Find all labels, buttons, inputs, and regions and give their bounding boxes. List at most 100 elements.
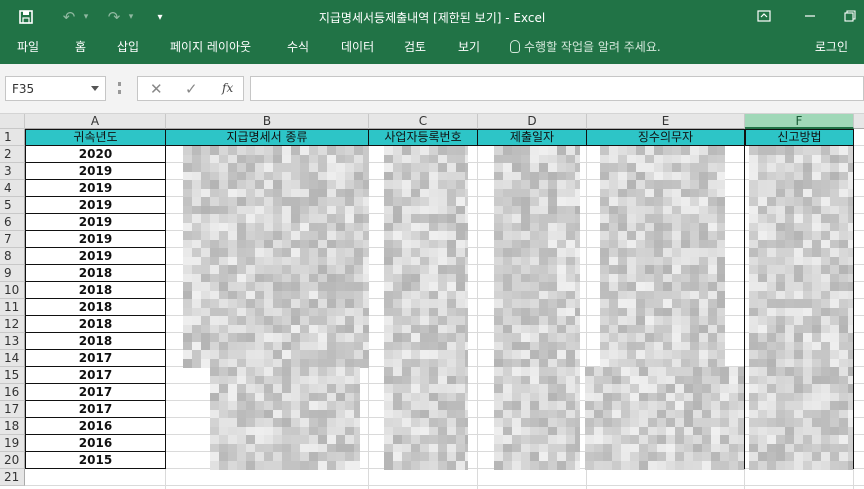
redacted-pixel: [666, 460, 675, 470]
row-header[interactable]: 10: [0, 282, 25, 299]
column-header-a[interactable]: A: [25, 114, 166, 129]
header-cell-year[interactable]: 귀속년도: [25, 129, 166, 146]
enter-icon[interactable]: ✓: [185, 80, 198, 98]
redacted-pixel: [201, 358, 210, 368]
column-header-d[interactable]: D: [478, 114, 587, 129]
row-header[interactable]: 19: [0, 435, 25, 452]
column-header-b[interactable]: B: [166, 114, 369, 129]
chevron-down-icon[interactable]: [91, 86, 99, 91]
header-cell-statement-type[interactable]: 지급명세서 종류: [166, 129, 369, 146]
select-all-button[interactable]: [0, 114, 25, 129]
worksheet-grid[interactable]: A B C D E F 1 2 3 4 5 6 7 8 9 10 11 12 13 14 15 16 17 18 1…: [0, 114, 864, 489]
year-cell[interactable]: 2018: [25, 316, 166, 333]
redacted-pixel: [776, 460, 785, 470]
year-cell[interactable]: 2017: [25, 384, 166, 401]
year-cell[interactable]: 2019: [25, 214, 166, 231]
header-cell-report-method[interactable]: 신고방법: [745, 129, 854, 146]
tab-home[interactable]: 홈: [75, 38, 86, 55]
row-header[interactable]: 21: [0, 469, 25, 486]
row-header[interactable]: 2: [0, 146, 25, 163]
header-cell-withholder[interactable]: 징수의무자: [587, 129, 745, 146]
ribbon-display-options-icon[interactable]: [750, 5, 778, 27]
row-header[interactable]: 12: [0, 316, 25, 333]
cancel-icon[interactable]: ✕: [150, 80, 163, 98]
year-cell[interactable]: 2017: [25, 367, 166, 384]
year-cell[interactable]: 2020: [25, 146, 166, 163]
row-header[interactable]: 14: [0, 350, 25, 367]
year-cell[interactable]: 2015: [25, 452, 166, 469]
tab-review[interactable]: 검토: [404, 38, 426, 55]
row-header[interactable]: 11: [0, 299, 25, 316]
year-cell[interactable]: 2018: [25, 299, 166, 316]
row-header[interactable]: 15: [0, 367, 25, 384]
row-header[interactable]: 4: [0, 180, 25, 197]
redacted-pixel: [684, 460, 693, 470]
header-cell-business-number[interactable]: 사업자등록번호: [369, 129, 478, 146]
row-header[interactable]: 13: [0, 333, 25, 350]
column-header-g[interactable]: [854, 114, 864, 129]
redacted-pixel: [228, 460, 237, 470]
tab-insert[interactable]: 삽입: [117, 38, 139, 55]
redacted-pixel: [548, 460, 557, 470]
redacted-pixel: [657, 460, 666, 470]
window-title: 지급명세서등제출내역 [제한된 보기] - Excel: [318, 11, 546, 25]
year-cell[interactable]: 2019: [25, 231, 166, 248]
tab-data[interactable]: 데이터: [341, 38, 374, 55]
row-header[interactable]: 5: [0, 197, 25, 214]
row-header[interactable]: 9: [0, 265, 25, 282]
redacted-pixel: [345, 460, 354, 470]
tell-me-box[interactable]: 수행할 작업을 알려 주세요.: [510, 38, 661, 55]
redacted-pixel: [767, 460, 776, 470]
redacted-pixel: [384, 460, 393, 470]
insert-function-icon[interactable]: fx: [222, 81, 233, 95]
row-header[interactable]: 6: [0, 214, 25, 231]
redacted-pixel: [693, 460, 702, 470]
row-header[interactable]: 8: [0, 248, 25, 265]
redacted-pixel: [363, 358, 369, 368]
row-header[interactable]: 16: [0, 384, 25, 401]
year-cell[interactable]: 2017: [25, 350, 166, 367]
row-header[interactable]: 3: [0, 163, 25, 180]
login-button[interactable]: 로그인: [815, 38, 848, 55]
redacted-pixel: [794, 460, 803, 470]
year-cell[interactable]: 2019: [25, 197, 166, 214]
resize-handle-icon[interactable]: [118, 82, 121, 94]
row-header[interactable]: 20: [0, 452, 25, 469]
header-cell-submit-date[interactable]: 제출일자: [478, 129, 587, 146]
row-header[interactable]: 17: [0, 401, 25, 418]
redacted-pixel: [273, 460, 282, 470]
column-header-c[interactable]: C: [369, 114, 478, 129]
redacted-pixel: [729, 460, 738, 470]
year-cell[interactable]: 2019: [25, 248, 166, 265]
redacted-pixel: [648, 460, 657, 470]
formula-input[interactable]: [250, 76, 864, 101]
row-header[interactable]: 7: [0, 231, 25, 248]
restore-icon[interactable]: [836, 5, 864, 27]
minimize-icon[interactable]: [796, 5, 824, 27]
column-header-f[interactable]: F: [745, 114, 854, 129]
year-cell[interactable]: 2018: [25, 265, 166, 282]
year-cell[interactable]: 2016: [25, 418, 166, 435]
column-header-e[interactable]: E: [587, 114, 745, 129]
tab-page-layout[interactable]: 페이지 레이아웃: [170, 38, 251, 55]
row-header[interactable]: 18: [0, 418, 25, 435]
year-cell[interactable]: 2018: [25, 282, 166, 299]
redacted-pixel: [456, 460, 465, 470]
year-cell[interactable]: 2016: [25, 435, 166, 452]
row-header[interactable]: 1: [0, 129, 25, 146]
table-border: [853, 146, 854, 469]
year-cell[interactable]: 2019: [25, 180, 166, 197]
redacted-pixel: [603, 460, 612, 470]
year-cell[interactable]: 2019: [25, 163, 166, 180]
title-bar: ↶ ▾ ↷ ▾ ▾ 지급명세서등제출내역 [제한된 보기] - Excel: [0, 0, 864, 33]
year-cell[interactable]: 2018: [25, 333, 166, 350]
tab-view[interactable]: 보기: [458, 38, 480, 55]
redacted-pixel: [812, 460, 821, 470]
redacted-pixel: [630, 460, 639, 470]
redacted-pixel: [393, 460, 402, 470]
tab-file[interactable]: 파일: [17, 38, 39, 55]
year-cell[interactable]: 2017: [25, 401, 166, 418]
tab-formulas[interactable]: 수식: [287, 38, 309, 55]
gridline: [25, 485, 864, 486]
name-box[interactable]: F35: [5, 76, 106, 101]
